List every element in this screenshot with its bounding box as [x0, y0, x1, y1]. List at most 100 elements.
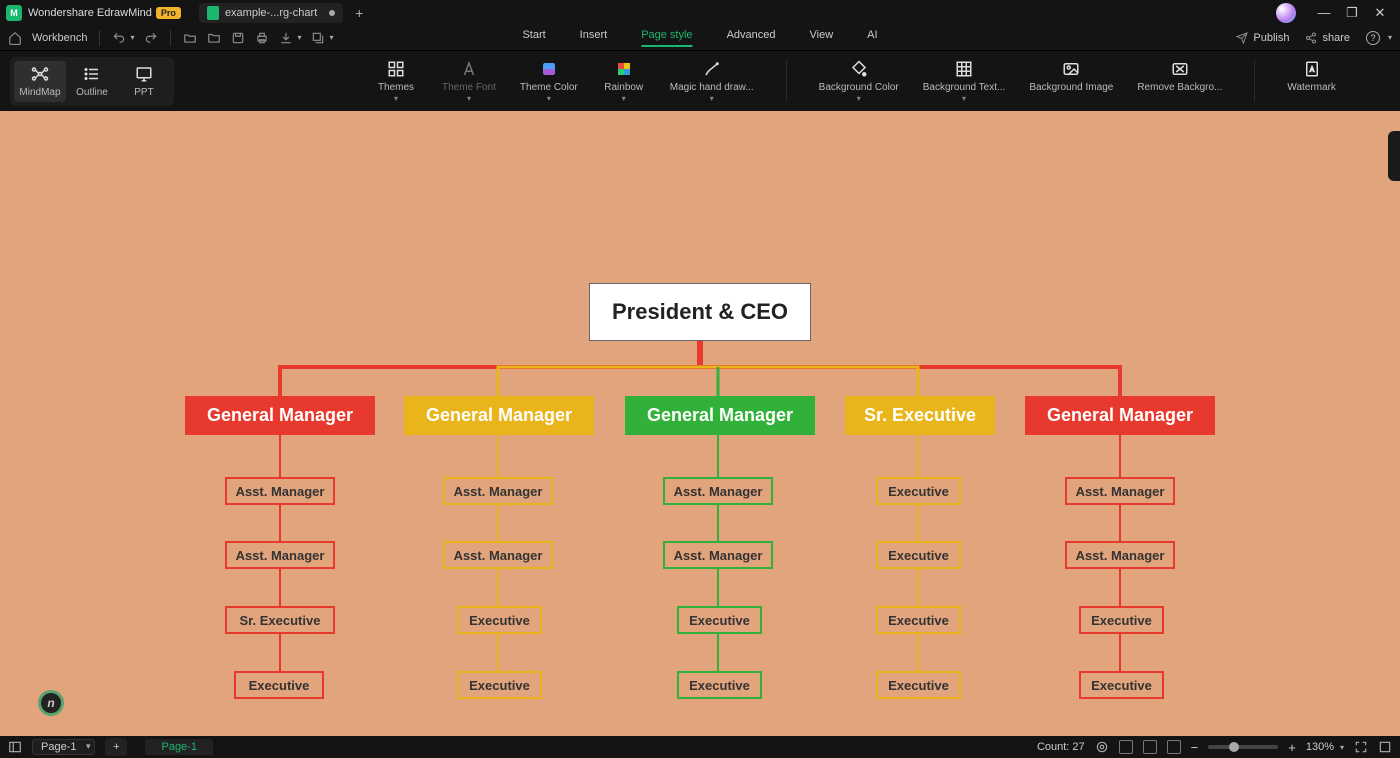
ribbon-theme-color-label: Theme Color: [520, 82, 578, 93]
zoom-in-button[interactable]: +: [1288, 740, 1296, 755]
menu-start[interactable]: Start: [522, 29, 545, 47]
org-node-level2[interactable]: Sr. Executive: [845, 396, 995, 435]
undo-dropdown-icon[interactable]: ▾: [130, 33, 134, 42]
open-icon[interactable]: [183, 31, 197, 45]
ribbon-theme-font-label: Theme Font: [442, 82, 496, 93]
theme-color-icon: [540, 60, 558, 78]
zoom-slider[interactable]: [1208, 745, 1278, 749]
org-node-level2[interactable]: General Manager: [1025, 396, 1215, 435]
org-node-leaf[interactable]: Executive: [677, 606, 762, 634]
menu-ai[interactable]: AI: [867, 29, 877, 47]
node-count: Count: 27: [1037, 741, 1085, 753]
outline-panel-icon[interactable]: [8, 740, 22, 754]
themes-icon: [387, 60, 405, 78]
ribbon-background-texture[interactable]: Background Text...▾: [923, 60, 1006, 102]
fit-screen-icon[interactable]: [1354, 740, 1368, 754]
page-tab[interactable]: Page-1: [145, 739, 212, 755]
org-node-leaf[interactable]: Asst. Manager: [1065, 477, 1175, 505]
layout3-icon[interactable]: [1167, 740, 1181, 754]
focus-icon[interactable]: [1095, 740, 1109, 754]
org-node-leaf[interactable]: Asst. Manager: [663, 477, 773, 505]
org-node-root[interactable]: President & CEO: [589, 283, 811, 341]
ribbon-theme-color[interactable]: Theme Color▾: [520, 60, 578, 102]
workbench-button[interactable]: Workbench: [32, 32, 87, 44]
help-button[interactable]: ?: [1366, 31, 1380, 45]
document-tab[interactable]: example-...rg-chart: [199, 3, 343, 23]
publish-button[interactable]: Publish: [1236, 32, 1289, 44]
ribbon-theme-font[interactable]: Theme Font▾: [442, 60, 496, 102]
ribbon-magic-hand-draw[interactable]: Magic hand draw...▾: [670, 60, 754, 102]
magic-icon: [703, 60, 721, 78]
org-node-leaf[interactable]: Executive: [876, 606, 961, 634]
org-node-leaf[interactable]: Executive: [876, 477, 961, 505]
side-panel-handle[interactable]: [1388, 131, 1400, 181]
new-tab-button[interactable]: +: [355, 5, 363, 21]
fullscreen-icon[interactable]: [1378, 740, 1392, 754]
org-node-leaf[interactable]: Asst. Manager: [225, 477, 335, 505]
org-node-leaf[interactable]: Executive: [1079, 606, 1164, 634]
org-node-leaf[interactable]: Executive: [876, 671, 961, 699]
status-bar: Page-1 + Page-1 Count: 27 − + 130% ▾: [0, 736, 1400, 758]
org-node-leaf[interactable]: Executive: [457, 606, 542, 634]
org-node-leaf[interactable]: Executive: [234, 671, 324, 699]
home-icon[interactable]: [8, 31, 22, 45]
ppt-icon: [135, 65, 153, 83]
org-node-leaf[interactable]: Sr. Executive: [225, 606, 335, 634]
page-selector[interactable]: Page-1: [32, 739, 95, 755]
print-icon[interactable]: [255, 31, 269, 45]
ribbon-background-color[interactable]: Background Color▾: [819, 60, 899, 102]
menu-page-style[interactable]: Page style: [641, 29, 692, 47]
org-node-leaf[interactable]: Asst. Manager: [663, 541, 773, 569]
ribbon-bg-texture-label: Background Text...: [923, 82, 1006, 93]
view-mode-ppt[interactable]: PPT: [118, 61, 170, 102]
org-node-leaf[interactable]: Asst. Manager: [443, 477, 553, 505]
zoom-level[interactable]: 130%: [1306, 741, 1334, 753]
share-icon[interactable]: [311, 31, 325, 45]
menu-view[interactable]: View: [810, 29, 834, 47]
org-node-leaf[interactable]: Asst. Manager: [225, 541, 335, 569]
view-mode-outline[interactable]: Outline: [66, 61, 118, 102]
export-dropdown-icon[interactable]: ▾: [297, 33, 301, 42]
save-icon[interactable]: [231, 31, 245, 45]
share-button[interactable]: share: [1305, 32, 1350, 44]
layout1-icon[interactable]: [1119, 740, 1133, 754]
watermark-icon: A: [1303, 60, 1321, 78]
export-icon[interactable]: [279, 31, 293, 45]
org-node-level2[interactable]: General Manager: [625, 396, 815, 435]
org-node-leaf[interactable]: Executive: [677, 671, 762, 699]
layout2-icon[interactable]: [1143, 740, 1157, 754]
bg-color-icon: [850, 60, 868, 78]
org-node-level2[interactable]: General Manager: [404, 396, 594, 435]
ribbon-rainbow[interactable]: Rainbow▾: [602, 60, 646, 102]
ribbon-remove-background[interactable]: Remove Backgro...: [1137, 60, 1222, 102]
view-mode-outline-label: Outline: [76, 87, 108, 98]
org-node-leaf[interactable]: Executive: [457, 671, 542, 699]
maximize-button[interactable]: ❐: [1338, 5, 1366, 21]
view-mode-mindmap[interactable]: MindMap: [14, 61, 66, 102]
ribbon-watermark[interactable]: A Watermark: [1287, 60, 1336, 102]
org-node-leaf[interactable]: Asst. Manager: [1065, 541, 1175, 569]
org-node-leaf[interactable]: Asst. Manager: [443, 541, 553, 569]
close-button[interactable]: ✕: [1366, 5, 1394, 21]
help-dropdown-icon[interactable]: ▾: [1388, 33, 1392, 42]
redo-icon[interactable]: [144, 31, 158, 45]
zoom-out-button[interactable]: −: [1191, 740, 1199, 755]
menu-insert[interactable]: Insert: [580, 29, 608, 47]
minimize-button[interactable]: —: [1310, 5, 1338, 20]
quick-toolbar: Workbench ▾ ▾ ▾ Start Insert Page style …: [0, 25, 1400, 51]
folder-icon[interactable]: [207, 31, 221, 45]
ribbon-themes[interactable]: Themes▾: [374, 60, 418, 102]
assistant-fab[interactable]: n: [38, 690, 64, 716]
org-node-level2[interactable]: General Manager: [185, 396, 375, 435]
menu-advanced[interactable]: Advanced: [727, 29, 776, 47]
ribbon-background-image[interactable]: Background Image: [1029, 60, 1113, 102]
more-dropdown-icon[interactable]: ▾: [329, 33, 333, 42]
user-avatar[interactable]: [1276, 3, 1296, 23]
org-node-leaf[interactable]: Executive: [876, 541, 961, 569]
app-name: Wondershare EdrawMind: [28, 7, 152, 19]
add-page-button[interactable]: +: [105, 738, 127, 756]
undo-icon[interactable]: [112, 31, 126, 45]
zoom-dropdown-icon[interactable]: ▾: [1340, 743, 1344, 752]
canvas[interactable]: President & CEO General Manager General …: [0, 111, 1400, 736]
org-node-leaf[interactable]: Executive: [1079, 671, 1164, 699]
